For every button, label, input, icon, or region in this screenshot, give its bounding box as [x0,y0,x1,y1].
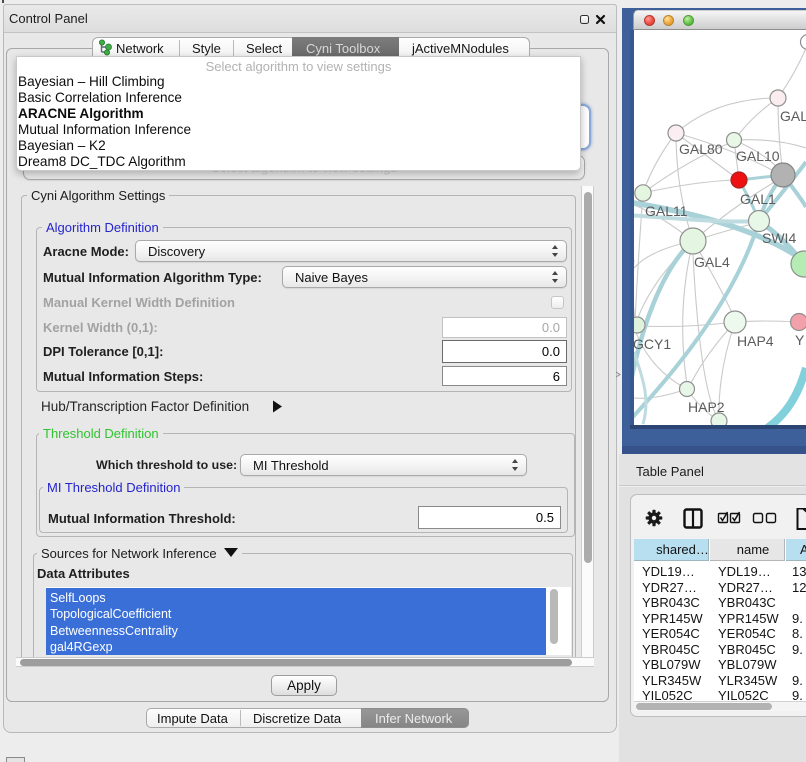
svg-text:Y: Y [795,332,805,348]
svg-text:GAL11: GAL11 [645,203,688,219]
svg-text:GAL1: GAL1 [740,191,776,207]
svg-text:GAL10: GAL10 [736,148,780,164]
svg-text:HAP4: HAP4 [737,333,774,349]
svg-text:GCY1: GCY1 [634,336,671,352]
svg-text:GAL80: GAL80 [679,141,723,157]
svg-text:GAL2: GAL2 [780,108,806,124]
svg-text:SWI4: SWI4 [762,230,796,246]
svg-text:GAL4: GAL4 [694,254,730,270]
svg-text:HAP2: HAP2 [688,399,725,415]
